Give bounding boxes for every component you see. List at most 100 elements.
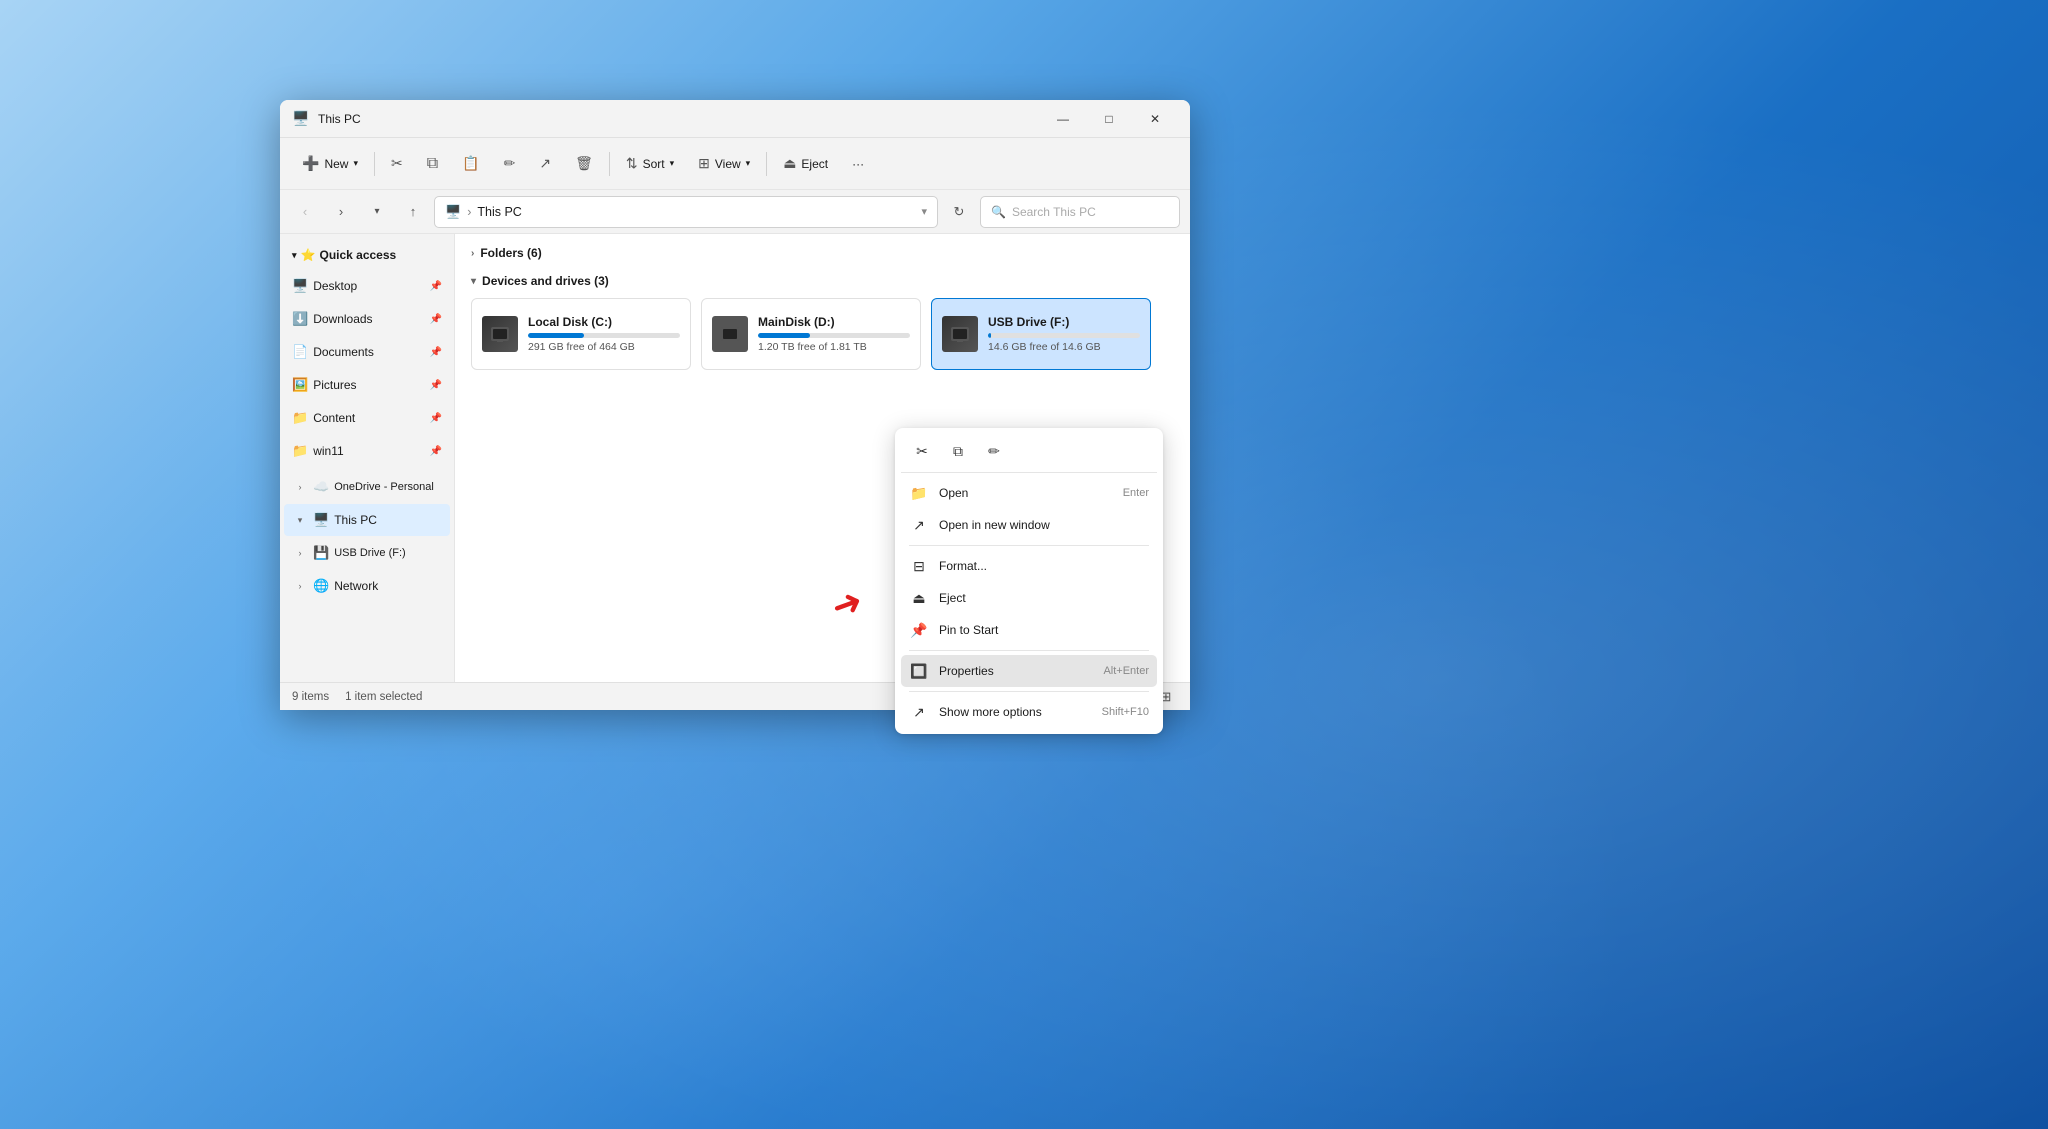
delete-button[interactable]: 🗑 — [565, 146, 603, 182]
view-label: View — [715, 157, 741, 171]
new-button[interactable]: ➕ New ▾ — [292, 146, 368, 182]
drive-d-bar-bg — [758, 333, 910, 338]
new-label: New — [324, 157, 348, 171]
sidebar-item-thispc[interactable]: ▾ 🖥️ This PC — [284, 504, 450, 536]
cut-icon: ✂ — [391, 155, 403, 172]
ctx-cut-button[interactable]: ✂ — [905, 436, 939, 466]
search-box[interactable]: 🔍 Search This PC — [980, 196, 1180, 228]
ctx-rename-button[interactable]: ✏ — [977, 436, 1011, 466]
rename-button[interactable]: ✏ — [494, 146, 526, 182]
ctx-format-item[interactable]: ⊟ Format... — [901, 550, 1157, 582]
ctx-open-new-window-label: Open in new window — [939, 518, 1139, 532]
toolbar-separator-2 — [609, 152, 610, 176]
drive-c[interactable]: Local Disk (C:) 291 GB free of 464 GB — [471, 298, 691, 370]
folders-expand-icon: › — [471, 248, 474, 259]
sidebar-item-network[interactable]: › 🌐 Network — [284, 570, 450, 602]
share-icon: ↗ — [539, 155, 551, 172]
refresh-button[interactable]: ↻ — [944, 197, 974, 227]
ctx-properties-item[interactable]: 🔲 Properties Alt+Enter — [901, 655, 1157, 687]
eject-button[interactable]: ⏏ Eject — [773, 146, 838, 182]
ctx-open-new-window-icon: ↗ — [909, 517, 929, 534]
sidebar-desktop-label: Desktop — [313, 279, 424, 293]
paste-button[interactable]: 📋 — [452, 146, 489, 182]
toolbar: ➕ New ▾ ✂ ⧉ 📋 ✏ ↗ 🗑 ⇅ Sort ▾ ⊞ — [280, 138, 1190, 190]
drive-c-name: Local Disk (C:) — [528, 315, 680, 329]
ctx-pin-start-item[interactable]: 📌 Pin to Start — [901, 614, 1157, 646]
quick-access-header[interactable]: ▾ ⭐ Quick access — [284, 241, 450, 269]
sidebar-thispc-label: This PC — [334, 513, 442, 527]
quick-access-label: Quick access — [319, 248, 396, 262]
drive-f-bar-fill — [988, 333, 991, 338]
sidebar-usb-label: USB Drive (F:) — [334, 547, 442, 559]
ctx-open-label: Open — [939, 486, 1113, 500]
sidebar-item-pictures[interactable]: 🖼️ Pictures 📌 — [284, 369, 450, 401]
content-icon: 📁 — [292, 410, 308, 426]
ctx-more-options-item[interactable]: ↗ Show more options Shift+F10 — [901, 696, 1157, 728]
drive-c-bar-fill — [528, 333, 584, 338]
ctx-copy-button[interactable]: ⧉ — [941, 436, 975, 466]
ctx-open-new-window-item[interactable]: ↗ Open in new window — [901, 509, 1157, 541]
view-button[interactable]: ⊞ View ▾ — [688, 146, 760, 182]
sidebar-item-onedrive[interactable]: › ☁️ OneDrive - Personal — [284, 471, 450, 503]
drives-grid: Local Disk (C:) 291 GB free of 464 GB — [471, 298, 1174, 370]
close-button[interactable]: ✕ — [1132, 103, 1178, 135]
up-button[interactable]: ↑ — [398, 197, 428, 227]
maximize-button[interactable]: □ — [1086, 103, 1132, 135]
sidebar-item-win11[interactable]: 📁 win11 📌 — [284, 435, 450, 467]
thispc-expand-icon: ▾ — [292, 512, 308, 528]
sidebar-item-content[interactable]: 📁 Content 📌 — [284, 402, 450, 434]
drive-d[interactable]: MainDisk (D:) 1.20 TB free of 1.81 TB — [701, 298, 921, 370]
ctx-more-options-icon: ↗ — [909, 704, 929, 721]
ctx-eject-icon: ⏏ — [909, 590, 929, 607]
drive-f-free: 14.6 GB free of 14.6 GB — [988, 341, 1140, 353]
devices-section: ▾ Devices and drives (3) — [471, 274, 1174, 370]
forward-button[interactable]: › — [326, 197, 356, 227]
ctx-separator-3 — [909, 691, 1149, 692]
documents-pin-icon: 📌 — [430, 347, 442, 358]
copy-button[interactable]: ⧉ — [417, 146, 448, 182]
minimize-button[interactable]: — — [1040, 103, 1086, 135]
sidebar-downloads-label: Downloads — [313, 312, 424, 326]
devices-header[interactable]: ▾ Devices and drives (3) — [471, 274, 1174, 288]
ctx-eject-item[interactable]: ⏏ Eject — [901, 582, 1157, 614]
sort-button[interactable]: ⇅ Sort ▾ — [616, 146, 684, 182]
ctx-format-label: Format... — [939, 559, 1149, 573]
onedrive-expand-icon: › — [292, 479, 308, 495]
sidebar-item-documents[interactable]: 📄 Documents 📌 — [284, 336, 450, 368]
view-dropdown-icon: ▾ — [746, 158, 751, 169]
quick-access-star-icon: ⭐ — [301, 248, 316, 262]
more-button[interactable]: ··· — [842, 146, 874, 182]
ctx-open-item[interactable]: 📁 Open Enter — [901, 477, 1157, 509]
sidebar-item-desktop[interactable]: 🖥️ Desktop 📌 — [284, 270, 450, 302]
pictures-pin-icon: 📌 — [430, 380, 442, 391]
ctx-eject-label: Eject — [939, 591, 1149, 605]
dropdown-button[interactable]: ▾ — [362, 197, 392, 227]
usb-expand-icon: › — [292, 545, 308, 561]
cut-button[interactable]: ✂ — [381, 146, 413, 182]
ctx-format-icon: ⊟ — [909, 558, 929, 575]
drive-d-info: MainDisk (D:) 1.20 TB free of 1.81 TB — [758, 315, 910, 353]
eject-icon: ⏏ — [783, 155, 796, 172]
drive-f[interactable]: USB Drive (F:) 14.6 GB free of 14.6 GB — [931, 298, 1151, 370]
path-dropdown-icon[interactable]: ▾ — [921, 205, 927, 218]
ctx-separator-2 — [909, 650, 1149, 651]
items-count: 9 items — [292, 691, 329, 703]
ctx-more-options-label: Show more options — [939, 705, 1092, 719]
selected-count: 1 item selected — [345, 691, 422, 703]
ctx-open-shortcut: Enter — [1123, 487, 1149, 499]
view-icon: ⊞ — [698, 155, 710, 172]
back-button[interactable]: ‹ — [290, 197, 320, 227]
rename-icon: ✏ — [504, 155, 516, 172]
title-bar-controls: — □ ✕ — [1040, 103, 1178, 135]
context-menu: ✂ ⧉ ✏ 📁 Open Enter ↗ Open in new window … — [895, 428, 1163, 734]
sidebar-item-downloads[interactable]: ⬇️ Downloads 📌 — [284, 303, 450, 335]
sidebar-item-usb[interactable]: › 💾 USB Drive (F:) — [284, 537, 450, 569]
drive-d-bar-fill — [758, 333, 810, 338]
drive-f-bar-bg — [988, 333, 1140, 338]
delete-icon: 🗑 — [575, 155, 593, 172]
address-path[interactable]: 🖥️ › This PC ▾ — [434, 196, 938, 228]
folders-header[interactable]: › Folders (6) — [471, 246, 1174, 260]
share-button[interactable]: ↗ — [529, 146, 561, 182]
drive-f-icon — [942, 316, 978, 352]
paste-icon: 📋 — [462, 155, 479, 172]
